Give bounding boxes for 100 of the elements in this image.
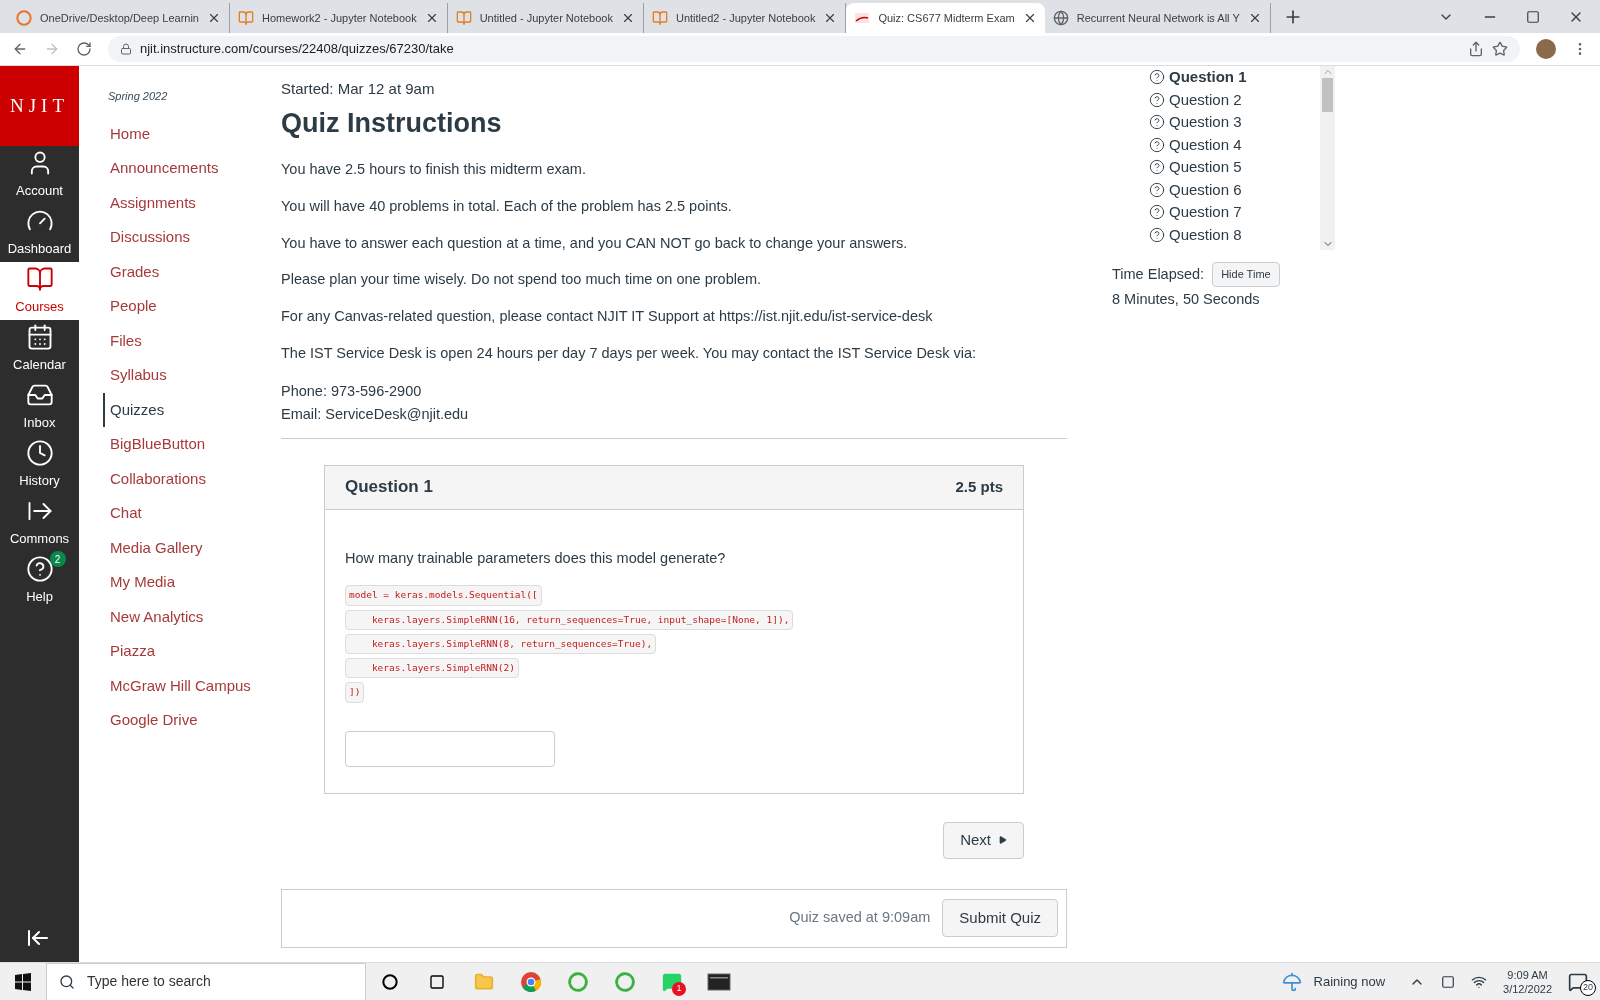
count-badge: 2 [49,551,66,568]
course-nav-link[interactable]: McGraw Hill Campus [103,668,281,703]
course-nav-link[interactable]: My Media [103,565,281,600]
instruction-text: Please plan your time wisely. Do not spend too much time on one problem. [281,270,763,290]
notebook-icon [238,10,254,26]
global-nav-item[interactable]: Courses [0,262,79,320]
started-time: Started: Mar 12 at 9am [281,79,436,99]
profile-avatar[interactable] [1536,39,1556,59]
nav-label: Dashboard [7,240,72,259]
tab-title: Untitled - Jupyter Notebook [479,10,613,26]
time-label: Time Elapsed: [1112,264,1205,284]
url-text: njit.instructure.com/courses/22408/quizzes/67230/take [140,40,454,59]
course-nav-link[interactable]: Quizzes [103,392,281,427]
instruction-text: For any Canvas-related question, please contact NJIT IT Support at https://ist.njit.edu/ist-service-desk [281,307,934,326]
page-title: Quiz Instructions [281,106,503,140]
terminal-icon[interactable] [706,972,731,991]
course-nav-link[interactable]: Assignments [103,185,281,220]
time-elapsed: 8 Minutes, 50 Seconds [1112,290,1261,309]
course-nav-link[interactable]: Google Drive [103,703,281,738]
tab-title: Quiz: CS677 Midterm Exam [878,10,1015,26]
question-link[interactable]: Question 5 [1149,156,1320,179]
clock-time[interactable]: 9:09 AM [1507,967,1548,982]
course-nav-link[interactable]: Home [103,116,281,151]
notification-count: 20 [1580,980,1596,996]
question-prompt: How many trainable parameters does this model generate? [345,548,727,568]
question-link[interactable]: Question 7 [1149,201,1320,224]
question-link[interactable]: Question 2 [1149,88,1320,111]
bookmark-star-icon[interactable] [1492,41,1508,57]
question-mark-icon [1149,69,1165,86]
instruction-text: The IST Service Desk is open 24 hours per day 7 days per week. You may contact the IST Service Desk via: [281,343,977,363]
question-link[interactable]: Question 6 [1149,178,1320,201]
next-button[interactable]: Next [943,821,1024,859]
course-nav-link[interactable]: Files [103,323,281,358]
nav-label: Inbox [23,414,56,433]
course-nav-link[interactable]: Piazza [103,634,281,669]
browser-tab[interactable]: Recurrent Neural Network is All Y [1044,3,1271,33]
back-icon[interactable] [12,41,28,57]
lock-icon [120,43,132,55]
course-nav-link[interactable]: Grades [103,254,281,289]
question-mark-icon [1149,159,1165,176]
global-nav-item[interactable]: Calendar [0,320,79,378]
instruction-text: You will have 40 problems in total. Each of the problem has 2.5 points. [281,196,733,216]
history-icon [25,439,54,468]
global-nav-item[interactable]: 2 Help [0,552,79,610]
reload-icon[interactable] [76,41,92,57]
nav-label: Account [16,182,63,201]
saved-status: Quiz saved at 9:09am [789,908,931,928]
course-nav-link[interactable]: Syllabus [103,358,281,393]
scrollbar-thumb[interactable] [1322,78,1333,112]
submit-button[interactable]: Submit Quiz [942,899,1058,937]
global-nav-item[interactable]: Inbox [0,378,79,436]
question-title: Question 1 [345,476,433,499]
clock-date[interactable]: 3/12/2022 [1503,981,1552,996]
tab-title: OneDrive/Desktop/Deep Learnin [40,10,199,26]
answer-field[interactable] [345,730,555,767]
scrollbar[interactable] [1320,66,1335,250]
browser-tab[interactable]: OneDrive/Desktop/Deep Learnin [8,3,230,33]
logo-text: NJIT [9,93,70,118]
question-mark-icon [1149,204,1165,221]
restore-icon[interactable] [1526,10,1540,24]
question-link[interactable]: Question 8 [1149,223,1320,246]
question-link[interactable]: Question 4 [1149,133,1320,156]
global-nav-item[interactable]: History [0,436,79,494]
course-nav-link[interactable]: Media Gallery [103,530,281,565]
course-nav-link[interactable]: Discussions [103,220,281,255]
global-nav-item[interactable]: Dashboard [0,204,79,262]
address-bar[interactable]: njit.instructure.com/courses/22408/quizzes/67230/take [108,36,1520,62]
browser-tab[interactable]: Homework2 - Jupyter Notebook [230,3,448,33]
notebook-icon [455,10,472,26]
taskbar-search-field[interactable]: Type here to search [46,962,366,1000]
course-nav-link[interactable]: Collaborations [103,461,281,496]
circle-icon[interactable] [381,973,398,990]
question-mark-icon [1149,91,1165,108]
nav-label: Calendar [13,356,66,375]
course-nav-link[interactable]: People [103,289,281,324]
course-nav-link[interactable]: BigBlueButton [103,427,281,462]
browser-tab[interactable]: Untitled - Jupyter Notebook [447,3,644,33]
instruction-text: You have 2.5 hours to finish this midterm exam. [281,160,587,179]
question-link[interactable]: Question 3 [1149,111,1320,134]
contact-text: Phone: 973-596-2900 [281,381,423,401]
school-logo[interactable]: NJIT [0,66,79,146]
hide-time-button[interactable]: Hide Time [1212,262,1280,287]
weather-text[interactable]: Raining now [1313,971,1386,992]
global-nav-item[interactable]: Account [0,146,79,204]
global-nav-item[interactable]: Commons [0,494,79,552]
course-nav-link[interactable]: New Analytics [103,599,281,634]
share-icon[interactable] [1468,41,1484,57]
tab-title: Untitled2 - Jupyter Notebook [675,10,816,26]
close-icon[interactable] [207,11,221,25]
help-icon [25,555,54,584]
question-link[interactable]: Question 1 [1149,66,1320,89]
course-nav-link[interactable]: Chat [103,496,281,531]
browser-tab[interactable]: Quiz: CS677 Midterm Exam [846,3,1045,33]
course-nav-link[interactable]: Announcements [103,151,281,186]
browser-icon[interactable] [519,970,542,993]
tab-title: Homework2 - Jupyter Notebook [262,10,417,26]
nav-label: Courses [15,298,64,317]
umbrella-icon[interactable] [1281,971,1302,992]
nav-label: History [19,472,60,491]
notebook-icon [651,10,668,26]
